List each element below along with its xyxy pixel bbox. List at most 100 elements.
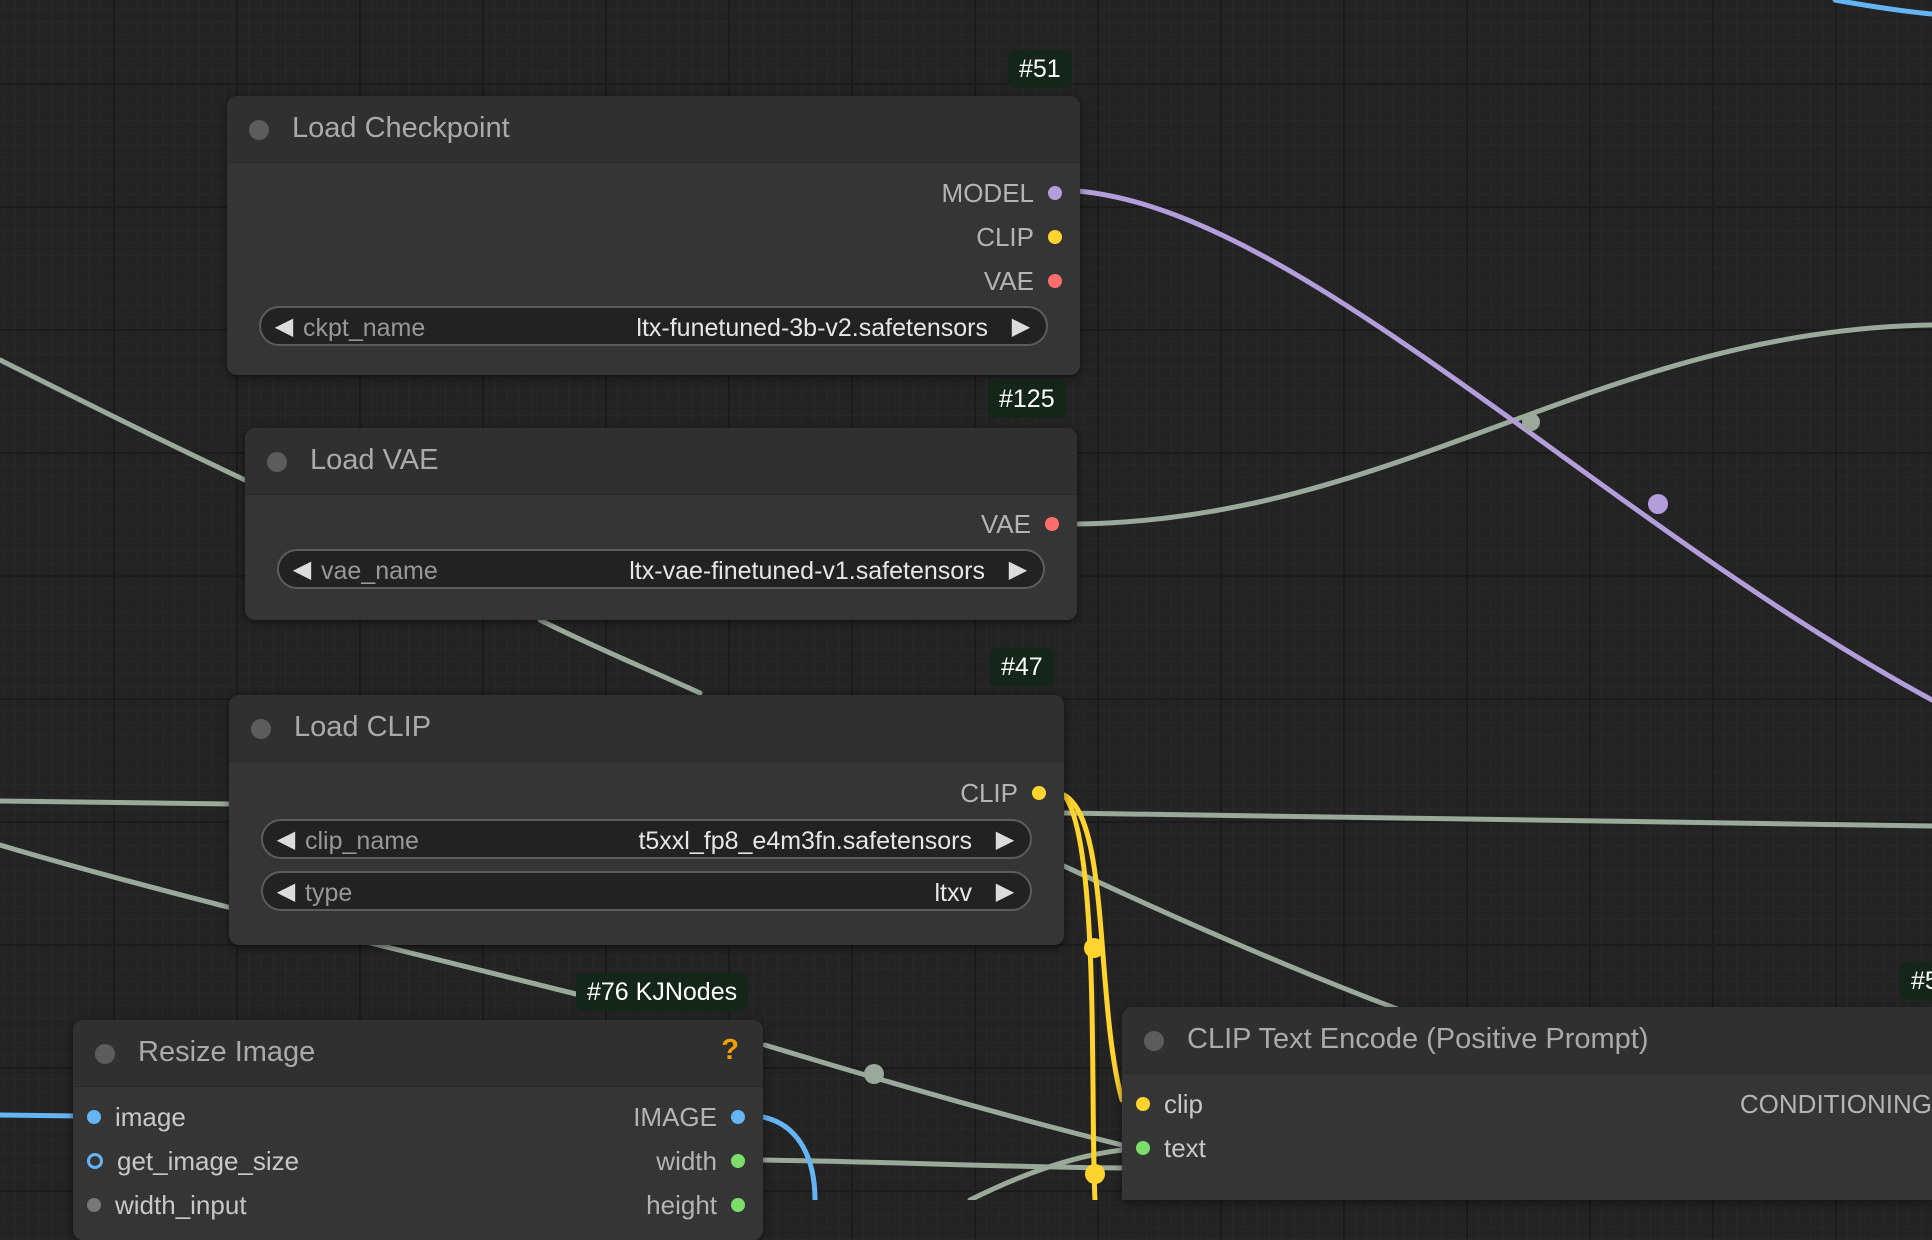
output-slot-dot-icon[interactable] — [731, 1154, 745, 1168]
output-label: VAE — [980, 508, 1031, 539]
arrow-right-icon[interactable]: ▶ — [1005, 555, 1031, 584]
output-height[interactable]: height — [646, 1190, 745, 1220]
output-slot-dot-icon[interactable] — [1032, 786, 1046, 800]
input-slot-dot-icon[interactable] — [1136, 1141, 1150, 1155]
node-title: Load CLIP — [294, 711, 432, 743]
output-label: CONDITIONING — [1739, 1088, 1932, 1119]
input-slot-ring-icon[interactable] — [87, 1153, 103, 1169]
output-slot-dot-icon[interactable] — [731, 1110, 745, 1124]
output-label: height — [646, 1189, 717, 1220]
output-vae[interactable]: VAE — [984, 266, 1062, 296]
output-label: CLIP — [960, 777, 1018, 808]
output-label: MODEL — [941, 177, 1034, 208]
arrow-left-icon[interactable]: ◀ — [273, 825, 299, 854]
link-resize-gray — [762, 1042, 1125, 1148]
node-header[interactable]: Load VAE — [245, 428, 1077, 495]
link-left-gray-1 — [0, 357, 248, 483]
input-clip[interactable]: clip — [1136, 1089, 1203, 1119]
arrow-right-icon[interactable]: ▶ — [992, 825, 1018, 854]
collapse-dot-icon[interactable] — [249, 120, 269, 140]
widget-name: vae_name — [321, 557, 438, 585]
collapse-dot-icon[interactable] — [95, 1044, 115, 1064]
node-id-badge: #47 — [990, 648, 1054, 686]
reroute-dot[interactable] — [1085, 1164, 1105, 1184]
node-header[interactable]: CLIP Text Encode (Positive Prompt) — [1122, 1007, 1932, 1074]
node-title: Load VAE — [310, 444, 439, 476]
output-label: CLIP — [976, 221, 1034, 252]
widget-name: type — [305, 879, 353, 907]
combo-widget-clip-name[interactable]: ◀ clip_name t5xxl_fp8_e4m3fn.safetensors… — [261, 819, 1032, 859]
input-label: width_input — [115, 1189, 247, 1220]
arrow-left-icon[interactable]: ◀ — [289, 555, 315, 584]
node-title: CLIP Text Encode (Positive Prompt) — [1187, 1023, 1649, 1055]
node-header[interactable]: Resize Image ? — [73, 1020, 763, 1087]
input-width-input[interactable]: width_input — [87, 1190, 247, 1220]
arrow-right-icon[interactable]: ▶ — [992, 877, 1018, 906]
input-slot-dot-icon[interactable] — [87, 1110, 101, 1124]
combo-widget-ckpt-name[interactable]: ◀ ckpt_name ltx-funetuned-3b-v2.safetens… — [259, 306, 1048, 346]
input-label: clip — [1164, 1088, 1204, 1119]
reroute-dot[interactable] — [864, 1064, 884, 1084]
widget-value: t5xxl_fp8_e4m3fn.safetensors — [638, 827, 972, 855]
link-clip-right-gray — [1061, 810, 1932, 829]
output-image[interactable]: IMAGE — [633, 1102, 745, 1132]
link-left-gray-2 — [0, 798, 233, 807]
node-id-badge: #76 KJNodes — [576, 973, 749, 1011]
arrow-right-icon[interactable]: ▶ — [1008, 312, 1034, 341]
output-model[interactable]: MODEL — [942, 178, 1062, 208]
input-image[interactable]: image — [87, 1102, 186, 1132]
node-resize-image[interactable]: Resize Image ? image get_image_size widt… — [73, 1020, 763, 1240]
output-slot-dot-icon[interactable] — [1048, 274, 1062, 288]
output-label: width — [656, 1145, 717, 1176]
node-header[interactable]: Load Checkpoint — [227, 96, 1080, 163]
link-image-left-blue — [0, 1112, 83, 1119]
input-slot-dot-icon[interactable] — [1136, 1097, 1150, 1111]
collapse-dot-icon[interactable] — [267, 452, 287, 472]
collapse-dot-icon[interactable] — [251, 719, 271, 739]
node-header[interactable]: Load CLIP — [229, 695, 1064, 762]
input-label: get_image_size — [117, 1145, 300, 1176]
reroute-dot[interactable] — [1522, 413, 1540, 431]
arrow-left-icon[interactable]: ◀ — [273, 877, 299, 906]
combo-widget-type[interactable]: ◀ type ltxv ▶ — [261, 871, 1032, 911]
output-conditioning[interactable]: CONDITIONING — [1740, 1089, 1932, 1119]
output-clip[interactable]: CLIP — [960, 778, 1046, 808]
combo-widget-vae-name[interactable]: ◀ vae_name ltx-vae-finetuned-v1.safetens… — [277, 549, 1045, 589]
output-vae[interactable]: VAE — [981, 509, 1059, 539]
help-icon[interactable]: ? — [721, 1034, 739, 1067]
node-load-checkpoint[interactable]: Load Checkpoint MODEL CLIP VAE ◀ ckpt_na… — [227, 96, 1080, 375]
node-load-clip[interactable]: Load CLIP CLIP ◀ clip_name t5xxl_fp8_e4m… — [229, 695, 1064, 945]
node-id-badge: #51 — [1008, 50, 1072, 88]
link-model-purple — [1074, 188, 1932, 703]
input-label: text — [1164, 1132, 1206, 1163]
input-get-image-size[interactable]: get_image_size — [87, 1146, 299, 1176]
node-clip-text-encode[interactable]: CLIP Text Encode (Positive Prompt) clip … — [1122, 1007, 1932, 1200]
node-title: Resize Image — [138, 1036, 316, 1068]
output-label: VAE — [983, 265, 1034, 296]
output-width[interactable]: width — [656, 1146, 745, 1176]
input-label: image — [115, 1101, 186, 1132]
widget-value: ltxv — [934, 879, 973, 907]
link-vae-to-right — [1074, 322, 1932, 527]
link-vae-down-gray — [537, 617, 703, 696]
output-label: IMAGE — [633, 1101, 717, 1132]
output-clip[interactable]: CLIP — [976, 222, 1062, 252]
arrow-left-icon[interactable]: ◀ — [271, 312, 297, 341]
output-slot-dot-icon[interactable] — [1048, 186, 1062, 200]
widget-value: ltx-vae-finetuned-v1.safetensors — [629, 557, 985, 585]
output-slot-dot-icon[interactable] — [731, 1198, 745, 1212]
link-clip-diag-gray — [1061, 863, 1403, 1013]
collapse-dot-icon[interactable] — [1144, 1031, 1164, 1051]
output-slot-dot-icon[interactable] — [1045, 517, 1059, 531]
node-id-badge: #125 — [988, 380, 1066, 418]
reroute-dot[interactable] — [1648, 494, 1668, 514]
node-load-vae[interactable]: Load VAE VAE ◀ vae_name ltx-vae-finetune… — [245, 428, 1077, 620]
widget-name: ckpt_name — [303, 314, 426, 342]
node-title: Load Checkpoint — [292, 112, 510, 144]
input-slot-dot-icon[interactable] — [87, 1198, 101, 1212]
reroute-dot[interactable] — [1084, 938, 1104, 958]
input-text[interactable]: text — [1136, 1133, 1206, 1163]
link-top-right-blue — [1832, 0, 1932, 17]
node-id-badge: #5 — [1900, 962, 1932, 1000]
output-slot-dot-icon[interactable] — [1048, 230, 1062, 244]
